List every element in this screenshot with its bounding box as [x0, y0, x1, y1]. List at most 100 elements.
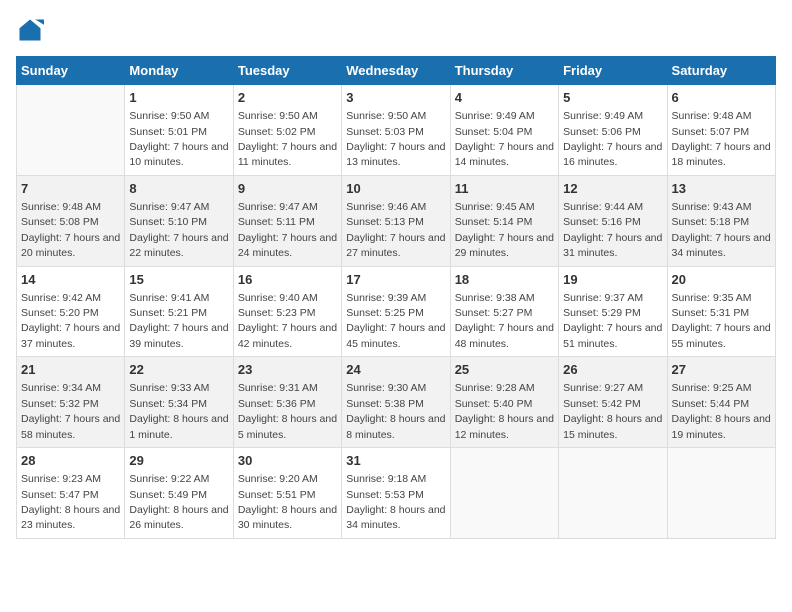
calendar-cell: 24 Sunrise: 9:30 AM Sunset: 5:38 PM Dayl…: [342, 357, 450, 448]
day-number: 24: [346, 361, 445, 379]
daylight-text: Daylight: 8 hours and 19 minutes.: [672, 413, 771, 440]
daylight-text: Daylight: 8 hours and 8 minutes.: [346, 413, 445, 440]
sunset-text: Sunset: 5:10 PM: [129, 216, 207, 228]
daylight-text: Daylight: 7 hours and 34 minutes.: [672, 232, 771, 259]
sunset-text: Sunset: 5:27 PM: [455, 307, 533, 319]
sunset-text: Sunset: 5:32 PM: [21, 398, 99, 410]
sunset-text: Sunset: 5:03 PM: [346, 126, 424, 138]
calendar-cell: 2 Sunrise: 9:50 AM Sunset: 5:02 PM Dayli…: [233, 85, 341, 176]
sunset-text: Sunset: 5:31 PM: [672, 307, 750, 319]
day-number: 27: [672, 361, 771, 379]
calendar-cell: 25 Sunrise: 9:28 AM Sunset: 5:40 PM Dayl…: [450, 357, 558, 448]
sunset-text: Sunset: 5:34 PM: [129, 398, 207, 410]
daylight-text: Daylight: 7 hours and 39 minutes.: [129, 322, 228, 349]
calendar-cell: 3 Sunrise: 9:50 AM Sunset: 5:03 PM Dayli…: [342, 85, 450, 176]
day-number: 19: [563, 271, 662, 289]
sunrise-text: Sunrise: 9:18 AM: [346, 473, 426, 485]
sunrise-text: Sunrise: 9:37 AM: [563, 292, 643, 304]
column-header-monday: Monday: [125, 57, 233, 85]
daylight-text: Daylight: 7 hours and 13 minutes.: [346, 141, 445, 168]
calendar-cell: 29 Sunrise: 9:22 AM Sunset: 5:49 PM Dayl…: [125, 448, 233, 539]
sunset-text: Sunset: 5:11 PM: [238, 216, 315, 228]
calendar-cell: 19 Sunrise: 9:37 AM Sunset: 5:29 PM Dayl…: [559, 266, 667, 357]
week-row-2: 7 Sunrise: 9:48 AM Sunset: 5:08 PM Dayli…: [17, 175, 776, 266]
day-number: 2: [238, 89, 337, 107]
day-number: 8: [129, 180, 228, 198]
day-number: 18: [455, 271, 554, 289]
calendar-cell: 14 Sunrise: 9:42 AM Sunset: 5:20 PM Dayl…: [17, 266, 125, 357]
daylight-text: Daylight: 7 hours and 11 minutes.: [238, 141, 337, 168]
daylight-text: Daylight: 7 hours and 10 minutes.: [129, 141, 228, 168]
sunset-text: Sunset: 5:16 PM: [563, 216, 641, 228]
sunset-text: Sunset: 5:13 PM: [346, 216, 424, 228]
sunrise-text: Sunrise: 9:50 AM: [238, 110, 318, 122]
day-number: 13: [672, 180, 771, 198]
sunset-text: Sunset: 5:07 PM: [672, 126, 750, 138]
day-number: 7: [21, 180, 120, 198]
column-header-saturday: Saturday: [667, 57, 775, 85]
sunrise-text: Sunrise: 9:40 AM: [238, 292, 318, 304]
sunset-text: Sunset: 5:40 PM: [455, 398, 533, 410]
calendar-cell: 27 Sunrise: 9:25 AM Sunset: 5:44 PM Dayl…: [667, 357, 775, 448]
sunset-text: Sunset: 5:20 PM: [21, 307, 99, 319]
sunset-text: Sunset: 5:44 PM: [672, 398, 750, 410]
calendar-cell: 1 Sunrise: 9:50 AM Sunset: 5:01 PM Dayli…: [125, 85, 233, 176]
sunset-text: Sunset: 5:47 PM: [21, 489, 99, 501]
sunrise-text: Sunrise: 9:49 AM: [563, 110, 643, 122]
calendar-cell: [17, 85, 125, 176]
calendar-cell: 17 Sunrise: 9:39 AM Sunset: 5:25 PM Dayl…: [342, 266, 450, 357]
daylight-text: Daylight: 7 hours and 48 minutes.: [455, 322, 554, 349]
sunrise-text: Sunrise: 9:45 AM: [455, 201, 535, 213]
day-number: 16: [238, 271, 337, 289]
week-row-1: 1 Sunrise: 9:50 AM Sunset: 5:01 PM Dayli…: [17, 85, 776, 176]
sunrise-text: Sunrise: 9:27 AM: [563, 382, 643, 394]
calendar-cell: 20 Sunrise: 9:35 AM Sunset: 5:31 PM Dayl…: [667, 266, 775, 357]
daylight-text: Daylight: 8 hours and 1 minute.: [129, 413, 228, 440]
sunset-text: Sunset: 5:42 PM: [563, 398, 641, 410]
sunrise-text: Sunrise: 9:38 AM: [455, 292, 535, 304]
sunset-text: Sunset: 5:08 PM: [21, 216, 99, 228]
sunrise-text: Sunrise: 9:50 AM: [346, 110, 426, 122]
daylight-text: Daylight: 8 hours and 26 minutes.: [129, 504, 228, 531]
sunrise-text: Sunrise: 9:43 AM: [672, 201, 752, 213]
week-row-4: 21 Sunrise: 9:34 AM Sunset: 5:32 PM Dayl…: [17, 357, 776, 448]
sunset-text: Sunset: 5:29 PM: [563, 307, 641, 319]
day-number: 5: [563, 89, 662, 107]
daylight-text: Daylight: 7 hours and 14 minutes.: [455, 141, 554, 168]
sunset-text: Sunset: 5:36 PM: [238, 398, 316, 410]
calendar-cell: 22 Sunrise: 9:33 AM Sunset: 5:34 PM Dayl…: [125, 357, 233, 448]
calendar-cell: 26 Sunrise: 9:27 AM Sunset: 5:42 PM Dayl…: [559, 357, 667, 448]
sunset-text: Sunset: 5:49 PM: [129, 489, 207, 501]
day-number: 15: [129, 271, 228, 289]
calendar-cell: [559, 448, 667, 539]
calendar-cell: 31 Sunrise: 9:18 AM Sunset: 5:53 PM Dayl…: [342, 448, 450, 539]
daylight-text: Daylight: 7 hours and 55 minutes.: [672, 322, 771, 349]
day-number: 6: [672, 89, 771, 107]
sunrise-text: Sunrise: 9:47 AM: [238, 201, 318, 213]
week-row-5: 28 Sunrise: 9:23 AM Sunset: 5:47 PM Dayl…: [17, 448, 776, 539]
sunrise-text: Sunrise: 9:41 AM: [129, 292, 209, 304]
calendar-cell: 30 Sunrise: 9:20 AM Sunset: 5:51 PM Dayl…: [233, 448, 341, 539]
logo-icon: [16, 16, 44, 44]
sunrise-text: Sunrise: 9:49 AM: [455, 110, 535, 122]
header: [16, 16, 776, 44]
week-row-3: 14 Sunrise: 9:42 AM Sunset: 5:20 PM Dayl…: [17, 266, 776, 357]
daylight-text: Daylight: 7 hours and 31 minutes.: [563, 232, 662, 259]
calendar-cell: [450, 448, 558, 539]
daylight-text: Daylight: 8 hours and 23 minutes.: [21, 504, 120, 531]
daylight-text: Daylight: 8 hours and 15 minutes.: [563, 413, 662, 440]
calendar-cell: 15 Sunrise: 9:41 AM Sunset: 5:21 PM Dayl…: [125, 266, 233, 357]
daylight-text: Daylight: 8 hours and 30 minutes.: [238, 504, 337, 531]
sunset-text: Sunset: 5:01 PM: [129, 126, 207, 138]
sunset-text: Sunset: 5:23 PM: [238, 307, 316, 319]
column-header-wednesday: Wednesday: [342, 57, 450, 85]
daylight-text: Daylight: 7 hours and 18 minutes.: [672, 141, 771, 168]
daylight-text: Daylight: 7 hours and 27 minutes.: [346, 232, 445, 259]
calendar-cell: 11 Sunrise: 9:45 AM Sunset: 5:14 PM Dayl…: [450, 175, 558, 266]
calendar-header-row: SundayMondayTuesdayWednesdayThursdayFrid…: [17, 57, 776, 85]
sunset-text: Sunset: 5:25 PM: [346, 307, 424, 319]
sunrise-text: Sunrise: 9:39 AM: [346, 292, 426, 304]
day-number: 23: [238, 361, 337, 379]
day-number: 20: [672, 271, 771, 289]
sunrise-text: Sunrise: 9:31 AM: [238, 382, 318, 394]
